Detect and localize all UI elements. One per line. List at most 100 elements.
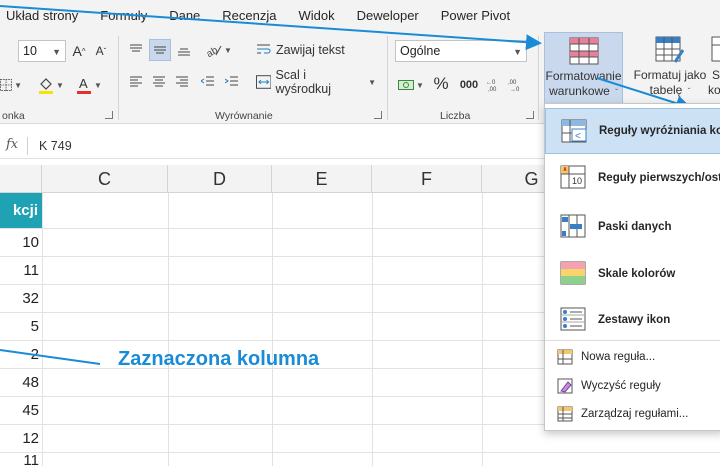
table-cell[interactable]: 48 <box>0 368 42 396</box>
format-table-label-line2: tabelę ˇ <box>649 83 691 97</box>
color-scales-icon <box>560 261 586 285</box>
decrease-decimal-button[interactable]: ,00 →0 <box>506 74 528 96</box>
tab-formulas[interactable]: Formuły <box>100 8 147 23</box>
menu-item-manage-rules[interactable]: Zarządzaj regułami... <box>545 401 720 427</box>
menu-item-label: Reguły pierwszych/ost <box>598 172 720 184</box>
align-top-icon <box>130 44 142 52</box>
align-center-icon <box>153 76 165 87</box>
decrease-decimal-icon: ,00→0 <box>508 80 520 92</box>
table-cell[interactable]: 11 <box>0 452 42 466</box>
tab-data[interactable]: Dane <box>169 8 200 23</box>
menu-item-clear-rules[interactable]: Wyczyść reguły <box>545 373 720 399</box>
increase-decimal-button[interactable]: ←0,00 <box>484 74 506 96</box>
tab-view[interactable]: Widok <box>298 8 334 23</box>
borders-button[interactable]: ▼ <box>0 74 22 96</box>
table-cell[interactable]: 2 <box>0 340 42 368</box>
column-header-partial[interactable] <box>0 165 42 193</box>
column-header-d[interactable]: D <box>168 165 272 193</box>
font-color-button[interactable]: A ▼ <box>74 74 104 96</box>
align-center-button[interactable] <box>149 72 169 92</box>
group-separator <box>538 36 539 120</box>
table-cell[interactable]: 10 <box>0 228 42 256</box>
align-left-button[interactable] <box>126 72 146 92</box>
fill-color-button[interactable]: ▼ <box>36 74 66 96</box>
cell-styles-label-line2: kom <box>708 83 720 97</box>
chevron-down-icon: ▼ <box>52 47 61 57</box>
tab-review[interactable]: Recenzja <box>222 8 276 23</box>
accounting-format-button[interactable]: ▼ <box>396 74 426 96</box>
decrease-indent-button[interactable] <box>198 72 218 92</box>
orientation-button[interactable]: ab ▼ <box>204 40 234 60</box>
manage-rules-icon <box>557 406 573 422</box>
svg-text:←0: ←0 <box>486 80 496 86</box>
cf-button-label-line2: warunkowe ˇ <box>549 84 618 98</box>
table-cell[interactable]: 12 <box>0 424 42 452</box>
menu-item-color-scales[interactable]: Skale kolorów <box>545 251 720 297</box>
column-header-c[interactable]: C <box>42 165 168 193</box>
merge-center-button[interactable]: Scal i wyśrodkuj ▼ <box>256 68 376 96</box>
menu-item-new-rule[interactable]: Nowa reguła... <box>545 344 720 370</box>
top-bottom-rules-icon: 10 <box>560 165 586 189</box>
svg-text:<: < <box>575 131 581 142</box>
number-format-dropdown[interactable]: Ogólne ▼ <box>395 40 527 62</box>
table-cell[interactable]: 45 <box>0 396 42 424</box>
menu-item-icon-sets[interactable]: Zestawy ikon <box>545 297 720 343</box>
comma-style-button[interactable]: 000 <box>456 74 482 96</box>
format-as-table-button[interactable]: Formatuj jako tabelę ˇ <box>632 32 708 108</box>
icon-sets-icon <box>560 307 586 331</box>
align-middle-button[interactable] <box>149 39 171 61</box>
decrease-font-button[interactable]: Aˇ <box>92 42 110 60</box>
wrap-text-icon <box>257 44 271 54</box>
tab-power-pivot[interactable]: Power Pivot <box>441 8 510 23</box>
cell-styles-icon <box>711 36 720 62</box>
menu-item-highlight-rules[interactable]: < Reguły wyróżniania ko <box>545 108 720 154</box>
highlight-rules-icon: < <box>561 119 587 143</box>
font-dialog-launcher[interactable] <box>105 111 113 119</box>
tab-developer[interactable]: Deweloper <box>357 8 419 23</box>
money-icon <box>398 80 415 90</box>
column-header-e[interactable]: E <box>272 165 372 193</box>
group-label-alignment: Wyrównanie <box>215 110 273 122</box>
column-header-f[interactable]: F <box>372 165 482 193</box>
menu-item-label: Nowa reguła... <box>581 351 656 363</box>
menu-item-top-bottom-rules[interactable]: 10 Reguły pierwszych/ost <box>545 155 720 201</box>
conditional-formatting-button[interactable]: Formatowanie warunkowe ˇ <box>544 32 623 108</box>
table-cell[interactable]: 11 <box>0 256 42 284</box>
number-format-value: Ogólne <box>400 44 441 58</box>
table-cell[interactable]: 5 <box>0 312 42 340</box>
eraser-icon <box>557 378 573 394</box>
svg-text:,00: ,00 <box>508 80 517 86</box>
align-bottom-button[interactable] <box>174 40 194 60</box>
group-label-font: onka <box>2 110 25 122</box>
text-orientation-icon: ab <box>206 45 222 57</box>
cf-button-label-line1: Formatowanie <box>545 69 622 83</box>
new-rule-icon <box>557 349 573 365</box>
increase-font-button[interactable]: A ^ <box>70 42 88 60</box>
comma-icon: 000 <box>459 79 479 91</box>
percent-icon: % <box>433 74 449 93</box>
align-left-icon <box>130 76 142 87</box>
menu-item-label: Wyczyść reguły <box>581 380 661 392</box>
merge-center-label: Scal i wyśrodkuj <box>275 68 332 96</box>
menu-separator <box>545 340 720 341</box>
menu-item-data-bars[interactable]: Paski danych <box>545 204 720 250</box>
increase-indent-button[interactable] <box>222 72 242 92</box>
formula-input[interactable]: K 749 <box>39 139 72 153</box>
percent-style-button[interactable]: % <box>430 73 452 95</box>
wrap-text-button[interactable]: Zawijaj tekst <box>256 40 356 60</box>
align-top-button[interactable] <box>126 40 146 60</box>
svg-text:A: A <box>79 76 88 91</box>
table-header-cell[interactable]: kcji <box>0 193 42 228</box>
align-right-button[interactable] <box>172 72 192 92</box>
cell-styles-button[interactable]: S kom <box>708 32 720 108</box>
font-size-dropdown[interactable]: 10 ▼ <box>18 40 66 62</box>
tab-page-layout[interactable]: Układ strony <box>6 8 78 23</box>
menu-item-label: Paski danych <box>598 221 672 233</box>
insert-function-icon[interactable]: fx <box>6 137 18 152</box>
data-bars-icon <box>560 214 586 238</box>
chevron-down-icon: ▼ <box>513 47 522 57</box>
table-cell[interactable]: 32 <box>0 284 42 312</box>
number-dialog-launcher[interactable] <box>526 111 534 119</box>
align-bottom-icon <box>178 48 190 56</box>
alignment-dialog-launcher[interactable] <box>374 111 382 119</box>
